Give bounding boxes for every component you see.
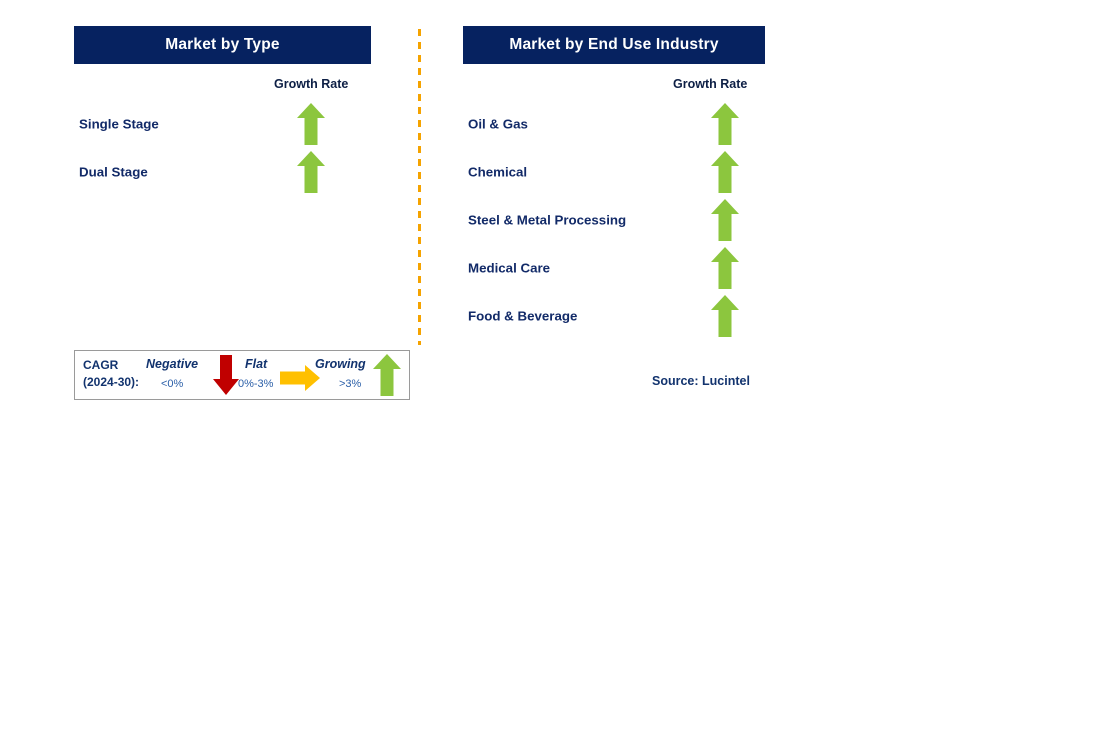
arrow-up-icon bbox=[297, 103, 325, 145]
legend-title: CAGR (2024-30): bbox=[83, 357, 139, 391]
segment-label: Steel & Metal Processing bbox=[468, 212, 627, 228]
list-item: Medical Care bbox=[468, 247, 758, 289]
segment-label: Food & Beverage bbox=[468, 308, 578, 324]
panel-divider bbox=[418, 29, 421, 345]
growth-rate-caption-left: Growth Rate bbox=[274, 77, 349, 91]
panel-header-market-by-end-use-industry: Market by End Use Industry bbox=[463, 26, 765, 64]
panel-title-left: Market by Type bbox=[165, 36, 280, 53]
arrow-up-icon bbox=[711, 247, 739, 289]
arrow-right-icon bbox=[280, 365, 320, 391]
panel-title-right: Market by End Use Industry bbox=[509, 36, 719, 53]
segment-label: Medical Care bbox=[468, 260, 551, 276]
legend-title-line1: CAGR bbox=[83, 358, 119, 372]
legend-term-flat: Flat bbox=[245, 357, 268, 371]
segment-label: Chemical bbox=[468, 164, 528, 180]
arrow-up-icon bbox=[711, 295, 739, 337]
list-item: Food & Beverage bbox=[468, 295, 758, 337]
segment-label: Single Stage bbox=[79, 116, 159, 132]
legend-range-flat: 0%-3% bbox=[238, 378, 274, 390]
arrow-up-icon bbox=[711, 103, 739, 145]
panel-header-market-by-type: Market by Type bbox=[74, 26, 371, 64]
arrow-up-icon bbox=[711, 199, 739, 241]
list-item: Dual Stage bbox=[79, 151, 359, 193]
list-item: Steel & Metal Processing bbox=[468, 199, 758, 241]
source-note: Source: Lucintel bbox=[652, 374, 750, 388]
list-item: Oil & Gas bbox=[468, 103, 758, 145]
legend-range-negative: <0% bbox=[161, 378, 184, 390]
segment-label: Oil & Gas bbox=[468, 116, 528, 132]
segment-label: Dual Stage bbox=[79, 164, 148, 180]
arrow-up-icon bbox=[373, 354, 401, 396]
legend-term-negative: Negative bbox=[146, 357, 199, 371]
infographic-canvas: Market by Type Growth Rate Single Stage … bbox=[0, 0, 1106, 743]
growth-rate-caption-right: Growth Rate bbox=[673, 77, 748, 91]
legend-range-growing: >3% bbox=[339, 378, 362, 390]
list-item: Chemical bbox=[468, 151, 758, 193]
cagr-legend: CAGR (2024-30): Negative <0% Flat 0%-3% … bbox=[74, 350, 410, 400]
arrow-up-icon bbox=[297, 151, 325, 193]
list-item: Single Stage bbox=[79, 103, 359, 145]
arrow-down-icon bbox=[213, 355, 239, 395]
legend-term-growing: Growing bbox=[315, 357, 366, 371]
arrow-up-icon bbox=[711, 151, 739, 193]
legend-title-line2: (2024-30): bbox=[83, 375, 140, 389]
